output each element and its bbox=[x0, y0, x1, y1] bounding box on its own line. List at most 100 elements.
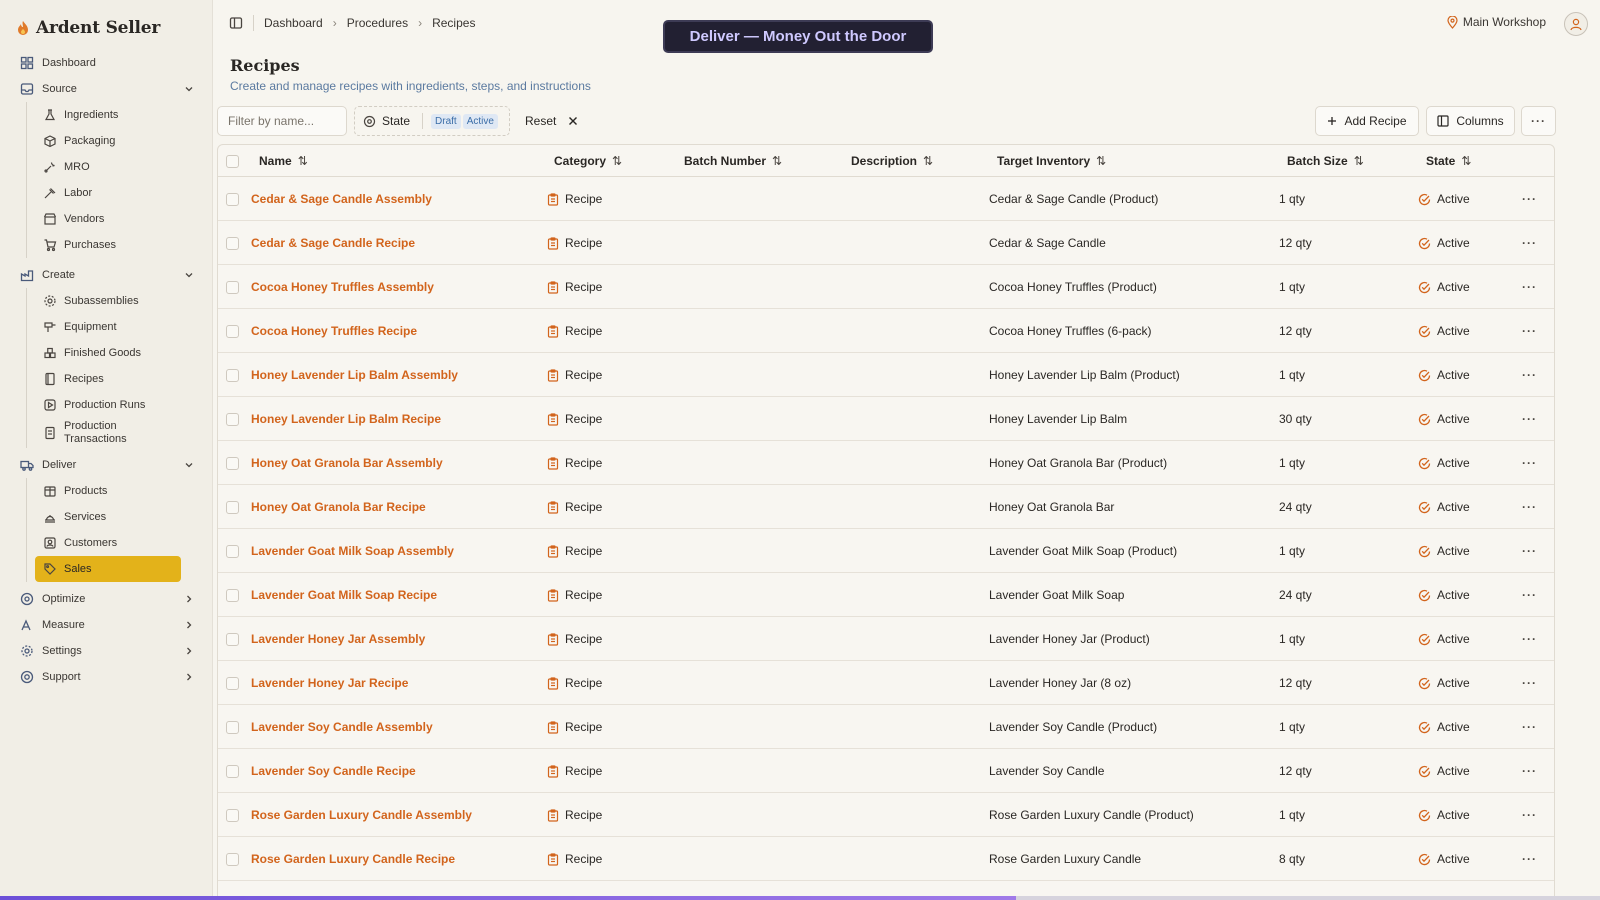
recipe-name-link[interactable]: Rose Garden Luxury Candle Assembly bbox=[251, 793, 472, 837]
reset-filters-button[interactable]: Reset bbox=[525, 106, 578, 136]
brand[interactable]: Ardent Seller bbox=[16, 16, 212, 40]
sidebar-item-recipes[interactable]: Recipes bbox=[35, 366, 181, 392]
row-select[interactable] bbox=[226, 441, 239, 485]
checkbox[interactable] bbox=[226, 368, 239, 382]
recipe-name-link-text[interactable]: Cedar & Sage Candle Recipe bbox=[251, 236, 415, 250]
recipe-name-link[interactable]: Cocoa Honey Truffles Recipe bbox=[251, 309, 417, 353]
column-header-target-inventory[interactable]: Target Inventory ⇅ bbox=[997, 145, 1106, 177]
row-actions-button[interactable]: ··· bbox=[1522, 573, 1537, 617]
table-row[interactable]: Honey Oat Granola Bar Recipe Recipe Honey … bbox=[218, 485, 1554, 529]
recipe-name-link[interactable]: Honey Lavender Lip Balm Recipe bbox=[251, 397, 441, 441]
checkbox[interactable] bbox=[226, 192, 239, 206]
sidebar-item-ingredients[interactable]: Ingredients bbox=[35, 102, 181, 128]
recipe-name-link[interactable]: Lavender Soy Candle Assembly bbox=[251, 705, 433, 749]
row-actions-button[interactable]: ··· bbox=[1522, 529, 1537, 573]
sidebar-item-finished-goods[interactable]: Finished Goods bbox=[35, 340, 181, 366]
recipe-name-link-text[interactable]: Rose Garden Luxury Candle Recipe bbox=[251, 852, 455, 866]
checkbox[interactable] bbox=[226, 632, 239, 646]
table-row[interactable]: Cedar & Sage Candle Recipe Recipe Cedar & … bbox=[218, 221, 1554, 265]
sidebar-group-optimize[interactable]: Optimize bbox=[16, 586, 212, 612]
sidebar-item-sales[interactable]: Sales bbox=[35, 556, 181, 582]
row-select[interactable] bbox=[226, 221, 239, 265]
row-actions-button[interactable]: ··· bbox=[1522, 749, 1537, 793]
row-actions-button[interactable]: ··· bbox=[1522, 837, 1537, 881]
sidebar-group-support[interactable]: Support bbox=[16, 664, 212, 690]
row-select[interactable] bbox=[226, 837, 239, 881]
column-header-description[interactable]: Description ⇅ bbox=[851, 145, 933, 177]
checkbox[interactable] bbox=[226, 236, 239, 250]
breadcrumb-procedures[interactable]: Procedures bbox=[347, 16, 408, 30]
row-actions-button[interactable]: ··· bbox=[1522, 705, 1537, 749]
user-avatar[interactable] bbox=[1564, 12, 1588, 36]
sidebar-item-services[interactable]: Services bbox=[35, 504, 181, 530]
row-actions-button[interactable]: ··· bbox=[1522, 397, 1537, 441]
sidebar-group-source[interactable]: Source bbox=[16, 76, 212, 102]
recipe-name-link-text[interactable]: Honey Oat Granola Bar Assembly bbox=[251, 456, 443, 470]
sidebar-group-create[interactable]: Create bbox=[16, 262, 212, 288]
table-row[interactable]: Lavender Soy Candle Assembly Recipe Lavend… bbox=[218, 705, 1554, 749]
table-row[interactable]: Cedar & Sage Candle Assembly Recipe Cedar … bbox=[218, 177, 1554, 221]
more-actions-button[interactable]: ··· bbox=[1521, 106, 1556, 136]
sidebar-item-equipment[interactable]: Equipment bbox=[35, 314, 181, 340]
recipe-name-link-text[interactable]: Rose Garden Luxury Candle Assembly bbox=[251, 808, 472, 822]
sidebar-group-settings[interactable]: Settings bbox=[16, 638, 212, 664]
checkbox[interactable] bbox=[226, 456, 239, 470]
checkbox[interactable] bbox=[226, 808, 239, 822]
row-actions-button[interactable]: ··· bbox=[1522, 265, 1537, 309]
column-header-batch-size[interactable]: Batch Size ⇅ bbox=[1287, 145, 1364, 177]
row-select[interactable] bbox=[226, 485, 239, 529]
table-row[interactable]: Honey Lavender Lip Balm Recipe Recipe Hone… bbox=[218, 397, 1554, 441]
checkbox[interactable] bbox=[226, 324, 239, 338]
table-row[interactable]: Cocoa Honey Truffles Recipe Recipe Cocoa H… bbox=[218, 309, 1554, 353]
table-row[interactable]: Lavender Honey Jar Recipe Recipe Lavender … bbox=[218, 661, 1554, 705]
row-select[interactable] bbox=[226, 309, 239, 353]
table-row[interactable]: Rose Garden Luxury Candle Recipe Recipe Ro… bbox=[218, 837, 1554, 881]
row-select[interactable] bbox=[226, 573, 239, 617]
add-recipe-button[interactable]: Add Recipe bbox=[1315, 106, 1419, 136]
row-select[interactable] bbox=[226, 353, 239, 397]
column-header-state[interactable]: State ⇅ bbox=[1426, 145, 1471, 177]
sidebar-item-labor[interactable]: Labor bbox=[35, 180, 181, 206]
checkbox[interactable] bbox=[226, 280, 239, 294]
sidebar-item-purchases[interactable]: Purchases bbox=[35, 232, 181, 258]
columns-button[interactable]: Columns bbox=[1426, 106, 1515, 136]
recipe-name-link[interactable]: Honey Oat Granola Bar Recipe bbox=[251, 485, 426, 529]
table-row[interactable]: Rose Garden Luxury Candle Assembly Recipe… bbox=[218, 793, 1554, 837]
sidebar-item-products[interactable]: Products bbox=[35, 478, 181, 504]
checkbox[interactable] bbox=[226, 500, 239, 514]
checkbox[interactable] bbox=[226, 676, 239, 690]
recipe-name-link-text[interactable]: Lavender Goat Milk Soap Assembly bbox=[251, 544, 454, 558]
row-select[interactable] bbox=[226, 705, 239, 749]
sidebar-item-production-transactions[interactable]: Production Transactions bbox=[35, 418, 181, 448]
sidebar-item-production-runs[interactable]: Production Runs bbox=[35, 392, 181, 418]
table-row[interactable]: Lavender Goat Milk Soap Assembly Recipe La… bbox=[218, 529, 1554, 573]
breadcrumb-dashboard[interactable]: Dashboard bbox=[264, 16, 323, 30]
row-actions-button[interactable]: ··· bbox=[1522, 177, 1537, 221]
row-select[interactable] bbox=[226, 661, 239, 705]
recipe-name-link[interactable]: Cocoa Honey Truffles Assembly bbox=[251, 265, 434, 309]
table-row[interactable]: Cocoa Honey Truffles Assembly Recipe Cocoa… bbox=[218, 265, 1554, 309]
recipe-name-link-text[interactable]: Cocoa Honey Truffles Assembly bbox=[251, 280, 434, 294]
checkbox[interactable] bbox=[226, 764, 239, 778]
recipe-name-link[interactable]: Lavender Honey Jar Assembly bbox=[251, 617, 425, 661]
row-actions-button[interactable]: ··· bbox=[1522, 793, 1537, 837]
state-filter-button[interactable]: State Draft Active bbox=[354, 106, 510, 136]
recipe-name-link[interactable]: Cedar & Sage Candle Recipe bbox=[251, 221, 415, 265]
row-actions-button[interactable]: ··· bbox=[1522, 441, 1537, 485]
checkbox[interactable] bbox=[226, 412, 239, 426]
table-row[interactable]: Honey Oat Granola Bar Assembly Recipe Hone… bbox=[218, 441, 1554, 485]
row-select[interactable] bbox=[226, 177, 239, 221]
recipe-name-link[interactable]: Honey Oat Granola Bar Assembly bbox=[251, 441, 443, 485]
recipe-name-link[interactable]: Lavender Honey Jar Recipe bbox=[251, 661, 408, 705]
row-actions-button[interactable]: ··· bbox=[1522, 485, 1537, 529]
row-select[interactable] bbox=[226, 397, 239, 441]
recipe-name-link[interactable]: Cedar & Sage Candle Assembly bbox=[251, 177, 432, 221]
recipe-name-link-text[interactable]: Cedar & Sage Candle Assembly bbox=[251, 192, 432, 206]
column-header-batch-number[interactable]: Batch Number ⇅ bbox=[684, 145, 782, 177]
sidebar-item-vendors[interactable]: Vendors bbox=[35, 206, 181, 232]
sidebar-item-customers[interactable]: Customers bbox=[35, 530, 181, 556]
recipe-name-link-text[interactable]: Lavender Soy Candle Recipe bbox=[251, 764, 416, 778]
recipe-name-link[interactable]: Lavender Soy Candle Recipe bbox=[251, 749, 416, 793]
recipe-name-link-text[interactable]: Lavender Goat Milk Soap Recipe bbox=[251, 588, 437, 602]
recipe-name-link[interactable]: Rose Garden Luxury Candle Recipe bbox=[251, 837, 455, 881]
